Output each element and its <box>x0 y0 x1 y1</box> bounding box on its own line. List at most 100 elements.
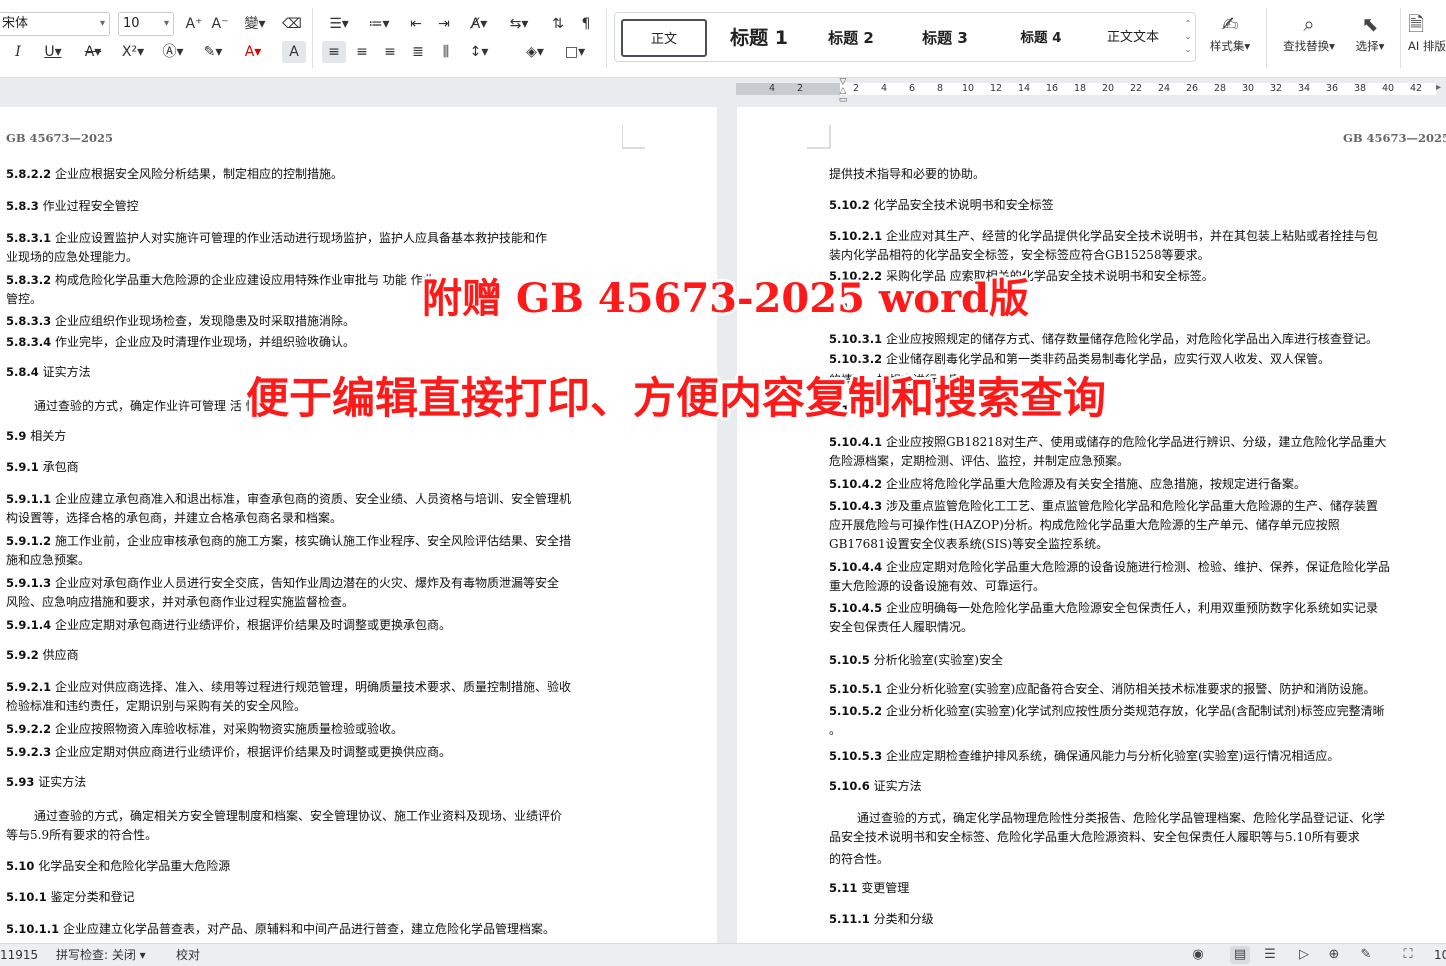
align-left-icon[interactable]: ≡ <box>322 41 346 63</box>
search-icon: ⌕ <box>1303 12 1315 36</box>
sort-icon[interactable]: ⇆▾ <box>504 13 534 35</box>
clause-text: 风险、应急响应措施和要求，并对承包商作业过程实施监督检查。 <box>6 595 355 609</box>
paragraph-line: 5.9.1 承包商 <box>6 458 79 477</box>
show-marks-icon[interactable]: ¶ <box>574 13 598 35</box>
clause-number: 5.8.3 <box>6 199 39 213</box>
page-view-icon[interactable]: ▤ <box>1230 946 1250 964</box>
paragraph-line: 5.9.1.1 企业应建立承包商准入和退出标准，审查承包商的资质、安全业绩、人员… <box>6 490 571 509</box>
strikethrough-icon[interactable]: A▾ <box>78 41 108 63</box>
font-size-value: 10 <box>123 16 140 31</box>
ruler-tick: 2 <box>852 83 860 94</box>
fit-page-icon[interactable]: ⛶ <box>1398 946 1418 964</box>
gallery-scroll[interactable]: ⌃ ⌄ ⌄ <box>1183 17 1193 56</box>
clause-text: 证实方法 <box>873 779 922 793</box>
justify-icon[interactable]: ≣ <box>406 41 430 63</box>
select-label: 选择 <box>1355 39 1379 53</box>
underline-icon[interactable]: U▾ <box>38 41 68 63</box>
bullet-list-icon[interactable]: ☰▾ <box>324 13 354 35</box>
superscript-icon[interactable]: X²▾ <box>118 41 148 63</box>
paragraph-line: 5.9.1.2 施工作业前，企业应审核承包商的施工方案，核实确认施工作业程序、安… <box>6 532 571 551</box>
clause-text: 变更管理 <box>861 881 910 895</box>
clause-text: 通过查验的方式，确定作业许可管理 活 性 <box>34 399 258 413</box>
clear-format-icon[interactable]: ⌫ <box>280 13 304 35</box>
shading-icon[interactable]: ◈▾ <box>520 41 550 63</box>
paragraph-line: 5.8.4 证实方法 <box>6 363 91 382</box>
style-heading-1[interactable]: 标题 1 <box>717 19 801 57</box>
text-direction-icon[interactable]: A̸▾ <box>464 13 494 35</box>
font-color-icon[interactable]: A▾ <box>238 41 268 63</box>
clause-text: 的符合性。 <box>829 852 890 866</box>
document-page-right[interactable]: GB 45673—2025 提供技术指导和必要的协助。 5.10.2 化学品安全技… <box>737 107 1446 943</box>
align-center-icon[interactable]: ≡ <box>350 41 374 63</box>
paragraph-line: 5.8.3.4 作业完毕，企业应及时清理作业现场，并组织验收确认。 <box>6 333 355 352</box>
paragraph-line: 5.9.1.3 企业应对承包商作业人员进行安全交底，告知作业周边潜在的火灾、爆炸… <box>6 574 559 593</box>
style-normal[interactable]: 正文 <box>621 19 707 57</box>
line-spacing-icon[interactable]: ↕▾ <box>464 41 494 63</box>
clause-text: 企业应按照GB18218对生产、使用或储存的危险化学品进行辨识、分级，建立危险化… <box>885 435 1387 449</box>
clause-text: 企业应对承包商作业人员进行安全交底，告知作业周边潜在的火灾、爆炸及有毒物质泄漏等… <box>54 576 559 590</box>
paragraph-line: 5.10.4.1 企业应按照GB18218对生产、使用或储存的危险化学品进行辨识… <box>829 433 1387 452</box>
decrease-indent-icon[interactable]: ⇤ <box>404 13 428 35</box>
style-set-button[interactable]: ✍ 样式集▾ <box>1204 10 1256 66</box>
select-button[interactable]: ⬉ 选择▾ <box>1346 10 1394 66</box>
clause-text: 分类和分级 <box>873 912 934 926</box>
clause-text: 企业应定期对承包商进行业绩评价，根据评价结果及时调整或更换承包商。 <box>54 618 451 632</box>
clause-text: 涉及重点监管危险化工工艺、重点监管危险化学品和危险化学品重大危险源的生产、储存装… <box>885 499 1378 513</box>
word-processor-window: 宋体 ▾ 10 ▾ A⁺ A⁻ 變▾ ⌫ I U▾ A▾ X²▾ Ⓐ▾ ✎▾ A… <box>0 0 1446 966</box>
font-size-select[interactable]: 10 ▾ <box>118 12 174 36</box>
paragraph-line: 安全包保责任人履职情况。 <box>829 618 973 637</box>
play-icon[interactable]: ▷ <box>1294 946 1314 964</box>
toolbar-divider <box>1400 8 1401 68</box>
clause-text: 企业应定期对供应商进行业绩评价，根据评价结果及时调整或更换供应商。 <box>54 745 451 759</box>
font-name-select[interactable]: 宋体 ▾ <box>0 12 110 36</box>
clause-text: 企业应按照物资入库验收标准，对采购物资实施质量检验或验收。 <box>54 722 403 736</box>
clause-number: 5.10.5.1 <box>829 682 883 696</box>
align-right-icon[interactable]: ≡ <box>378 41 402 63</box>
clause-number: 5.8.2.2 <box>6 167 52 181</box>
numbered-list-icon[interactable]: ≔▾ <box>364 13 394 35</box>
style-body-text[interactable]: 正文文本 <box>1093 19 1173 57</box>
clause-number: 5.8.3.4 <box>6 335 52 349</box>
word-count[interactable]: 11915 <box>0 947 38 963</box>
pen-icon[interactable]: ✎ <box>1356 946 1376 964</box>
paragraph-line: 5.10.5 分析化验室(实验室)安全 <box>829 651 1003 670</box>
clause-text: 证实方法 <box>42 365 91 379</box>
distribute-icon[interactable]: ⫼ <box>434 41 458 63</box>
text-effect-icon[interactable]: Ⓐ▾ <box>158 41 188 63</box>
style-heading-3[interactable]: 标题 3 <box>905 19 985 57</box>
zoom-level[interactable]: 10 <box>1434 947 1446 963</box>
shrink-font-icon[interactable]: A⁻ <box>208 13 232 35</box>
italic-icon[interactable]: I <box>6 41 30 63</box>
web-view-icon[interactable]: ⊕ <box>1324 946 1344 964</box>
style-heading-4[interactable]: 标题 4 <box>1001 19 1081 57</box>
phonetic-guide-icon[interactable]: 變▾ <box>240 13 270 35</box>
clause-text: 。 <box>829 723 842 737</box>
ai-layout-button[interactable]: 🗎 AI 排版 <box>1408 10 1446 66</box>
grow-font-icon[interactable]: A⁺ <box>182 13 206 35</box>
borders-icon[interactable]: □▾ <box>560 41 590 63</box>
ruler-tick: 14 <box>1017 83 1031 94</box>
clause-number: 5.11.1 <box>829 912 870 926</box>
clause-number: 5.10.5.3 <box>829 749 883 763</box>
paragraph-line: 施和应急预案。 <box>6 551 90 570</box>
clause-number: 5.8.3.1 <box>6 231 52 245</box>
outline-view-icon[interactable]: ☰ <box>1260 946 1280 964</box>
increase-indent-icon[interactable]: ⇥ <box>432 13 456 35</box>
indent-marker-icon[interactable]: ▽ △ ▭ <box>838 78 848 105</box>
paragraph-line: 5.10.1 鉴定分类和登记 <box>6 888 135 907</box>
find-replace-button[interactable]: ⌕ 查找替换▾ <box>1276 10 1342 66</box>
ruler-tick: 18 <box>1073 83 1087 94</box>
sort-az-icon[interactable]: ⇅ <box>546 13 570 35</box>
style-heading-2[interactable]: 标题 2 <box>811 19 891 57</box>
spell-check-status[interactable]: 拼写检查: 关闭 ▾ <box>56 947 146 963</box>
document-page-left[interactable]: GB 45673—2025 5.8.2.2 企业应根据安全风险分析结果，制定相应… <box>0 107 717 943</box>
char-shading-icon[interactable]: A <box>282 41 306 63</box>
highlight-icon[interactable]: ✎▾ <box>198 41 228 63</box>
paragraph-line: 的符合性。 <box>829 850 889 869</box>
toolbar-divider <box>606 8 607 68</box>
eye-protection-icon[interactable]: ◉ <box>1188 946 1208 964</box>
style-set-icon: ✍ <box>1221 12 1239 36</box>
ruler-tick: 30 <box>1241 83 1255 94</box>
proofread-button[interactable]: 校对 <box>176 947 200 963</box>
horizontal-ruler[interactable]: 4 2 2 4 6 8 10 12 14 16 18 20 22 24 26 28 30 32 34 36 38 40… <box>0 78 1446 105</box>
